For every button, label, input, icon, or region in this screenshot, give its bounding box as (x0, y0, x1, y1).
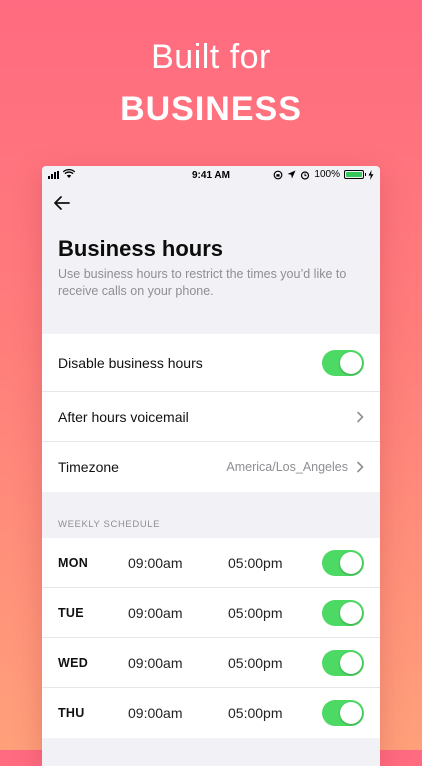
page-subtitle: Use business hours to restrict the times… (58, 267, 347, 298)
battery-percent: 100% (314, 169, 340, 180)
day-label: THU (58, 706, 85, 720)
end-time[interactable]: 05:00pm (228, 605, 322, 621)
status-bar: 9:41 AM 100% (42, 166, 380, 184)
day-toggle-thu[interactable] (322, 700, 364, 726)
weekly-schedule-group: MON 09:00am 05:00pm TUE 09:00am 05:00pm … (42, 538, 380, 738)
after-hours-voicemail-label: After hours voicemail (58, 408, 189, 425)
day-toggle-mon[interactable] (322, 549, 364, 576)
chevron-right-icon (357, 411, 364, 422)
alarm-icon (301, 170, 310, 180)
after-hours-voicemail-row[interactable]: After hours voicemail (42, 392, 380, 442)
weekly-schedule-header: WEEKLY SCHEDULE (58, 519, 161, 530)
rotation-lock-icon (274, 170, 283, 179)
page-title: Business hours (58, 236, 224, 261)
start-time[interactable]: 09:00am (128, 605, 228, 621)
charging-icon (368, 169, 374, 180)
day-toggle-wed[interactable] (322, 649, 364, 676)
settings-group: Disable business hours After hours voice… (42, 334, 380, 492)
schedule-row-thu[interactable]: THU 09:00am 05:00pm (42, 688, 380, 738)
day-label: WED (58, 655, 89, 670)
timezone-row[interactable]: Timezone America/Los_Angeles (42, 442, 380, 492)
location-icon (287, 170, 296, 179)
chevron-right-icon (357, 461, 364, 473)
disable-business-hours-toggle[interactable] (322, 349, 364, 376)
day-label: TUE (58, 605, 84, 620)
schedule-row-wed[interactable]: WED 09:00am 05:00pm (42, 638, 380, 688)
day-toggle-tue[interactable] (322, 599, 364, 626)
battery-icon (344, 170, 366, 179)
start-time[interactable]: 09:00am (128, 555, 228, 571)
back-arrow-icon[interactable] (52, 193, 72, 213)
end-time[interactable]: 05:00pm (228, 705, 322, 721)
schedule-row-tue[interactable]: TUE 09:00am 05:00pm (42, 588, 380, 638)
phone-screen: 9:41 AM 100% Business hours Use business… (42, 166, 380, 766)
timezone-value: America/Los_Angeles (226, 460, 348, 474)
schedule-row-mon[interactable]: MON 09:00am 05:00pm (42, 538, 380, 588)
timezone-label: Timezone (58, 459, 119, 475)
headline-line1: Built for (151, 38, 271, 76)
day-label: MON (58, 555, 89, 570)
disable-business-hours-row[interactable]: Disable business hours (42, 334, 380, 392)
start-time[interactable]: 09:00am (128, 705, 228, 721)
disable-business-hours-label: Disable business hours (58, 354, 203, 371)
start-time[interactable]: 09:00am (128, 655, 228, 671)
end-time[interactable]: 05:00pm (228, 555, 322, 571)
end-time[interactable]: 05:00pm (228, 655, 322, 671)
headline-line2: BUSINESS (120, 90, 302, 128)
